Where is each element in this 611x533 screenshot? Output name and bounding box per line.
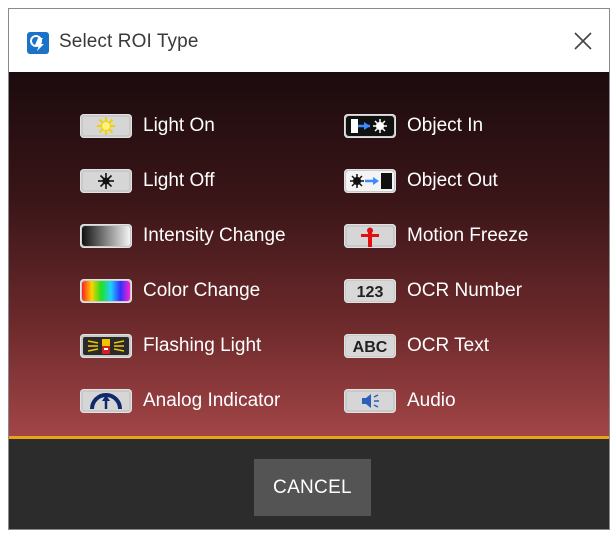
ocr-number-badge: 123 (357, 284, 384, 301)
object-in-icon (344, 114, 396, 138)
object-out-icon (344, 169, 396, 193)
color-spectrum-icon (80, 279, 132, 303)
light-on-icon (80, 114, 132, 138)
roi-audio[interactable]: Audio (344, 381, 544, 421)
roi-type-grid: Light On Light Off Intensity Change Colo… (9, 72, 609, 436)
roi-ocr-text[interactable]: ABC OCR Text (344, 326, 544, 366)
roi-color-change-label: Color Change (143, 280, 261, 301)
roi-audio-label: Audio (407, 390, 456, 411)
intensity-gradient-icon (80, 224, 132, 248)
dialog-footer: CANCEL (9, 439, 609, 529)
roi-object-in[interactable]: Object In (344, 106, 544, 146)
roi-light-off[interactable]: Light Off (80, 161, 310, 201)
roi-analog-indicator[interactable]: Analog Indicator (80, 381, 320, 421)
close-button[interactable] (569, 27, 597, 55)
title-bar: Select ROI Type (9, 9, 609, 72)
roi-light-off-label: Light Off (143, 170, 215, 191)
roi-color-change[interactable]: Color Change (80, 271, 310, 311)
select-roi-dialog: Select ROI Type Light On Light Off Inten… (8, 8, 610, 530)
gauge-icon (80, 389, 132, 413)
roi-intensity-change-label: Intensity Change (143, 225, 286, 246)
roi-object-out[interactable]: Object Out (344, 161, 544, 201)
roi-ocr-number[interactable]: 123 OCR Number (344, 271, 574, 311)
cancel-button[interactable]: CANCEL (254, 459, 371, 516)
ocr-text-badge: ABC (353, 339, 388, 356)
roi-flashing-light[interactable]: Flashing Light (80, 326, 310, 366)
roi-object-in-label: Object In (407, 115, 484, 136)
roi-light-on[interactable]: Light On (80, 106, 310, 146)
app-logo-icon (27, 32, 49, 54)
roi-flashing-light-label: Flashing Light (143, 335, 262, 356)
roi-analog-indicator-label: Analog Indicator (143, 390, 281, 411)
dialog-title: Select ROI Type (59, 31, 199, 52)
roi-motion-freeze-label: Motion Freeze (407, 225, 529, 246)
flashing-light-icon (80, 334, 132, 358)
motion-freeze-icon (344, 224, 396, 248)
roi-ocr-text-label: OCR Text (407, 335, 490, 356)
roi-light-on-label: Light On (143, 115, 215, 136)
roi-intensity-change[interactable]: Intensity Change (80, 216, 320, 256)
light-off-icon (80, 169, 132, 193)
speaker-icon (344, 389, 396, 413)
roi-motion-freeze[interactable]: Motion Freeze (344, 216, 574, 256)
roi-ocr-number-label: OCR Number (407, 280, 523, 301)
roi-object-out-label: Object Out (407, 170, 498, 191)
ocr-text-icon: ABC (344, 334, 396, 358)
ocr-number-icon: 123 (344, 279, 396, 303)
close-icon (574, 32, 592, 50)
